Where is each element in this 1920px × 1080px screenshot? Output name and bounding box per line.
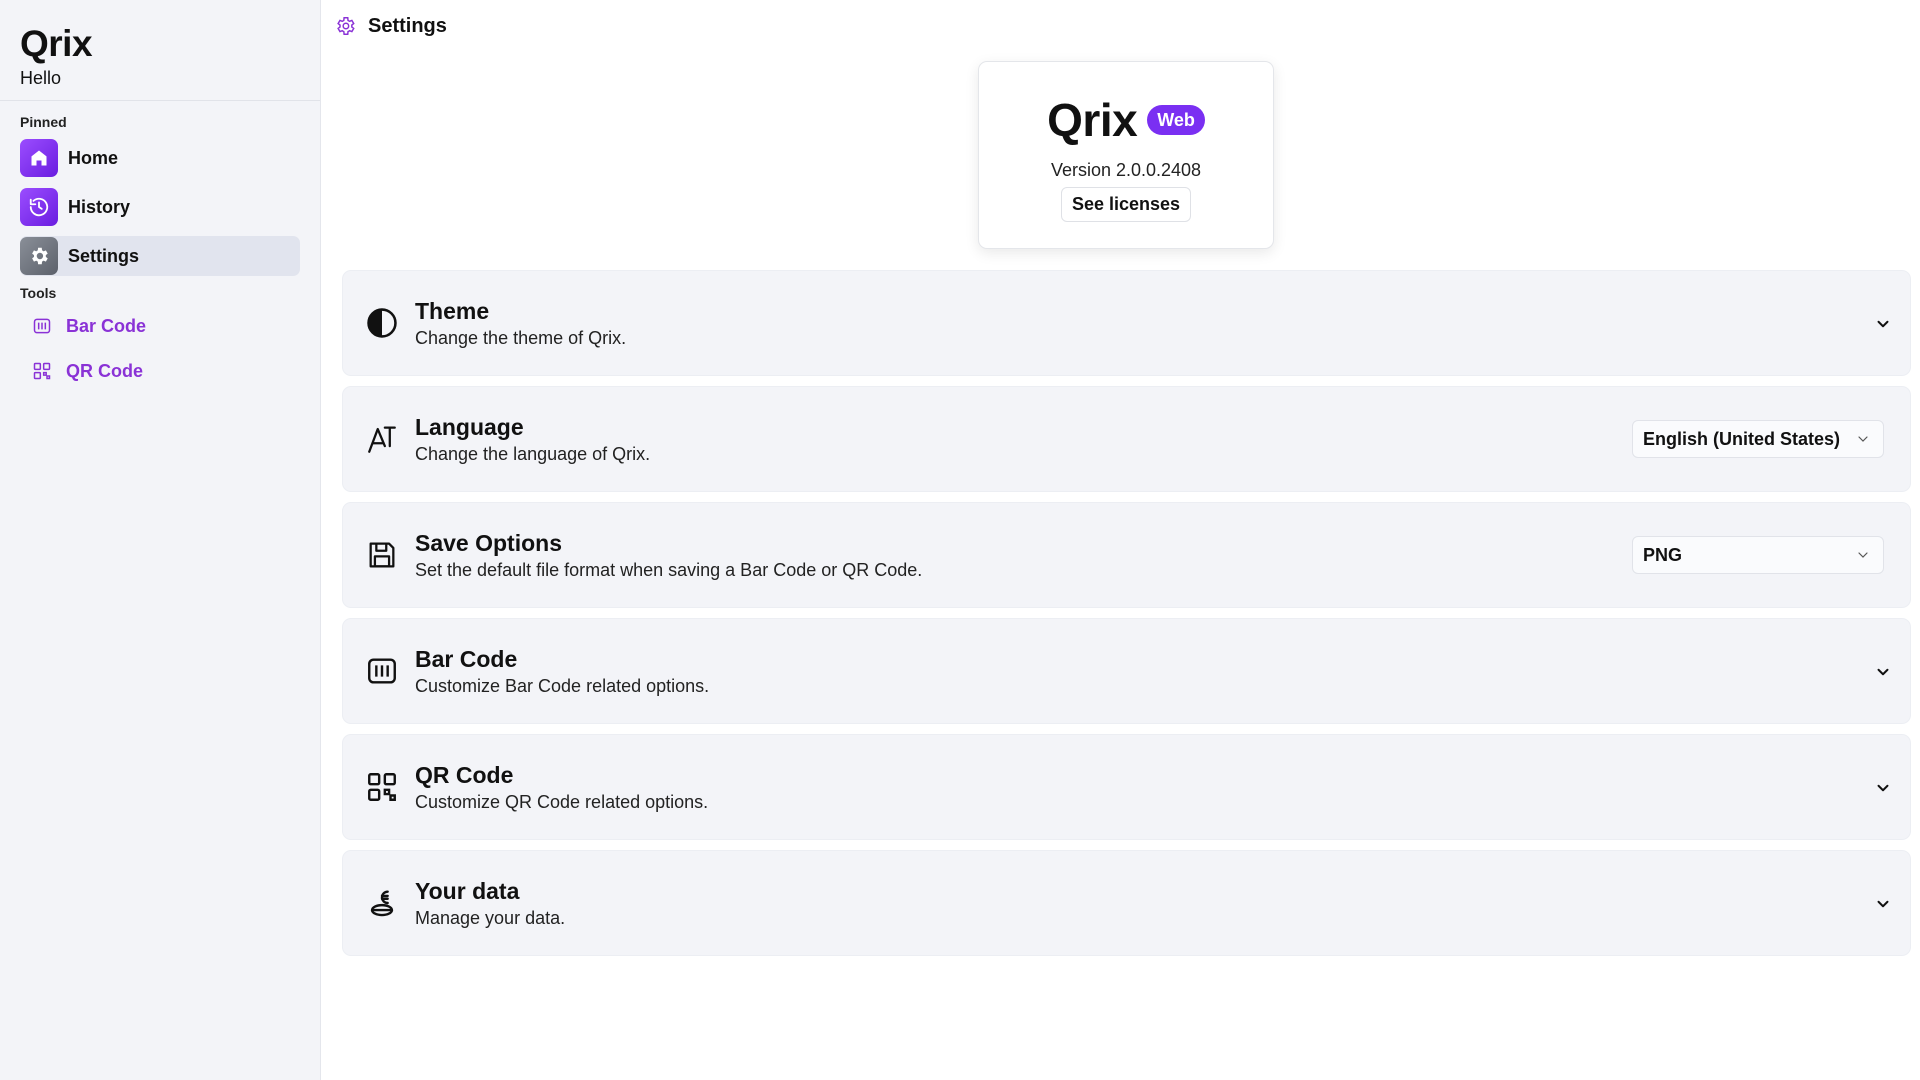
setting-description: Manage your data. — [415, 908, 566, 928]
sidebar: Qrix Hello Pinned Home History Settings … — [0, 0, 321, 1080]
version-text: Version 2.0.0.2408 — [1050, 160, 1202, 180]
save-icon — [363, 536, 401, 574]
home-icon — [20, 139, 58, 177]
chevron-down-icon[interactable] — [1874, 663, 1892, 681]
sidebar-item-label: Settings — [68, 245, 140, 266]
history-icon — [20, 188, 58, 226]
sidebar-item-history[interactable]: History — [20, 187, 300, 227]
setting-description: Change the theme of Qrix. — [415, 328, 627, 348]
sidebar-item-label: Bar Code — [66, 315, 147, 336]
setting-qr-code[interactable]: QR Code Customize QR Code related option… — [342, 734, 1911, 840]
pinned-nav: Home History Settings — [0, 130, 320, 276]
qrcode-icon — [32, 361, 52, 381]
setting-title: Your data — [415, 878, 520, 904]
sidebar-item-label: History — [68, 196, 131, 217]
chevron-down-icon — [1858, 552, 1868, 558]
tools-section-label: Tools — [20, 285, 57, 301]
contrast-icon — [363, 304, 401, 342]
file-format-select-value: PNG — [1643, 544, 1683, 565]
chevron-down-icon[interactable] — [1874, 895, 1892, 913]
page-title: Settings — [368, 14, 447, 37]
data-icon — [363, 884, 401, 922]
barcode-icon — [32, 316, 52, 336]
about-logo: Qrix Web — [979, 96, 1273, 144]
brand-header: Qrix Hello — [0, 0, 320, 101]
setting-language: Language Change the language of Qrix. En… — [342, 386, 1911, 492]
sidebar-item-qr-code[interactable]: QR Code — [32, 360, 320, 382]
gear-icon — [334, 15, 356, 37]
see-licenses-button[interactable]: See licenses — [1060, 187, 1192, 222]
chevron-down-icon[interactable] — [1874, 315, 1892, 333]
web-badge: Web — [1147, 105, 1205, 135]
language-select-value: English (United States) — [1643, 428, 1841, 449]
chevron-down-icon[interactable] — [1874, 779, 1892, 797]
about-card: Qrix Web Version 2.0.0.2408 See licenses — [978, 61, 1274, 249]
file-format-select[interactable]: PNG — [1632, 536, 1884, 574]
setting-your-data[interactable]: Your data Manage your data. — [342, 850, 1911, 956]
setting-bar-code[interactable]: Bar Code Customize Bar Code related opti… — [342, 618, 1911, 724]
sidebar-item-settings[interactable]: Settings — [20, 236, 300, 276]
barcode-icon — [363, 652, 401, 690]
about-app-name: Qrix — [1047, 94, 1138, 146]
language-select[interactable]: English (United States) — [1632, 420, 1884, 458]
language-icon — [363, 420, 401, 458]
sidebar-item-home[interactable]: Home — [20, 138, 300, 178]
setting-title: QR Code — [415, 762, 514, 788]
setting-save-options: Save Options Set the default file format… — [342, 502, 1911, 608]
setting-description: Customize Bar Code related options. — [415, 676, 710, 696]
sidebar-item-label: Home — [68, 147, 119, 168]
sidebar-item-label: QR Code — [66, 360, 144, 381]
setting-title: Theme — [415, 298, 490, 324]
greeting-text: Hello — [20, 68, 62, 88]
sidebar-item-bar-code[interactable]: Bar Code — [32, 315, 320, 337]
setting-title: Bar Code — [415, 646, 518, 672]
page-header: Settings — [334, 12, 447, 40]
settings-list: Theme Change the theme of Qrix. Language… — [342, 270, 1911, 966]
app-name: Qrix — [20, 23, 93, 64]
qrcode-icon — [363, 768, 401, 806]
gear-icon — [20, 237, 58, 275]
chevron-down-icon — [1858, 436, 1868, 442]
setting-description: Customize QR Code related options. — [415, 792, 709, 812]
pinned-section-label: Pinned — [20, 114, 67, 130]
tools-nav: Bar Code QR Code — [0, 301, 320, 382]
setting-theme[interactable]: Theme Change the theme of Qrix. — [342, 270, 1911, 376]
